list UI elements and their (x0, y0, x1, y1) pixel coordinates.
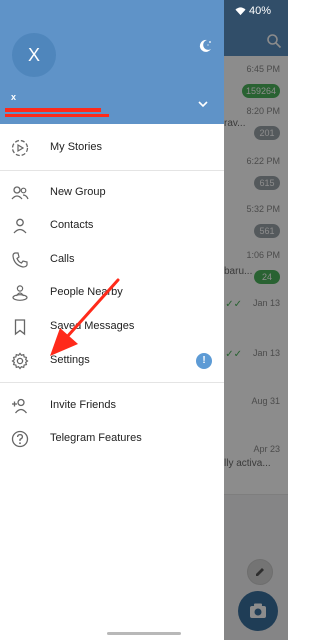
bookmark-icon (14, 319, 26, 336)
settings-alert-badge: ! (196, 353, 212, 369)
chevron-down-icon[interactable] (197, 98, 209, 110)
redaction-bar (5, 108, 101, 112)
group-icon (11, 186, 29, 200)
menu-item-invite-friends[interactable]: Invite Friends (0, 390, 224, 422)
menu-item-new-group[interactable]: New Group (0, 177, 224, 209)
divider (0, 170, 224, 171)
add-user-icon (12, 398, 28, 414)
gesture-navigation-bar[interactable] (107, 632, 181, 635)
phone-icon (12, 252, 28, 268)
menu-item-label: Contacts (50, 219, 94, 231)
menu-item-telegram-features[interactable]: Telegram Features (0, 423, 224, 455)
drawer-header: X x (0, 0, 224, 124)
menu-item-my-stories[interactable]: My Stories (0, 132, 224, 164)
menu-item-contacts[interactable]: Contacts (0, 210, 224, 242)
annotation-arrow (50, 278, 120, 356)
drawer-scrim[interactable] (224, 0, 288, 640)
menu-item-label: New Group (50, 186, 106, 198)
contact-icon (13, 218, 27, 234)
redaction-bar (5, 114, 109, 117)
menu-item-label: Invite Friends (50, 399, 117, 411)
stories-icon (11, 139, 29, 157)
people-nearby-icon (12, 285, 28, 301)
battery-percentage: 40% (249, 5, 272, 17)
question-icon (11, 430, 29, 448)
navigation-drawer: X x My Stories New Group Contacts Calls … (0, 0, 224, 640)
menu-item-label: My Stories (50, 141, 102, 153)
menu-item-label: Telegram Features (50, 432, 142, 444)
menu-item-label: Calls (50, 253, 75, 265)
divider (0, 382, 224, 383)
user-name: x (11, 92, 17, 102)
wifi-icon (235, 7, 246, 16)
avatar[interactable]: X (12, 33, 56, 77)
night-mode-icon[interactable] (197, 38, 213, 54)
gear-icon (11, 352, 29, 370)
